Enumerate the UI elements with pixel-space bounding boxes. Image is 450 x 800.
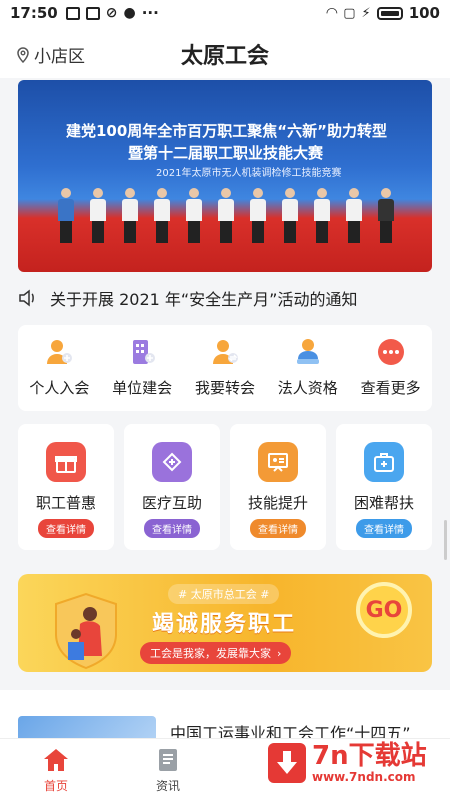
battery-level: 100 — [408, 4, 440, 22]
scrollbar[interactable] — [444, 520, 447, 560]
battery-icon — [376, 6, 403, 20]
service-card-label: 困难帮扶 — [353, 494, 414, 512]
service-card-label: 职工普惠 — [35, 494, 96, 512]
service-cards: 职工普惠 查看详情 医疗互助 查看详情 技能提升 查看详情 困难帮扶 查看详情 — [18, 424, 432, 550]
banner-subheadline: 暨第十二届职工职业技能大赛 — [128, 144, 324, 162]
building-add-icon — [125, 335, 159, 369]
wifi-icon: ◠ — [326, 5, 338, 21]
skill-board-icon — [258, 442, 298, 482]
news-icon — [159, 749, 177, 771]
tab-home-label: 首页 — [43, 779, 68, 793]
service-card-medical[interactable]: 医疗互助 查看详情 — [124, 424, 220, 550]
arrow-right-icon: › — [277, 646, 282, 660]
promo-banner[interactable]: # 太原市总工会 # 竭诚服务职工 工会是我家，发展靠大家 › GO — [18, 574, 432, 672]
more-dots-icon: ··· — [141, 4, 159, 22]
charging-icon: ⚡ — [361, 5, 371, 21]
notification-icons: ⊘ ● ··· — [65, 4, 159, 22]
view-details-button[interactable]: 查看详情 — [38, 519, 94, 538]
tab-news[interactable]: 资讯 — [138, 747, 198, 794]
status-bar: 17:50 ⊘ ● ··· ◠ ▢ ⚡ 100 — [0, 0, 450, 26]
family-illustration-icon — [55, 592, 117, 670]
promo-tag: # 太原市总工会 # — [168, 584, 280, 604]
view-details-button[interactable]: 查看详情 — [144, 519, 200, 538]
view-details-button[interactable]: 查看详情 — [250, 519, 306, 538]
quick-action-unit-union[interactable]: 单位建会 — [103, 335, 181, 398]
promo-subline-text: 工会是我家，发展靠大家 — [150, 647, 271, 660]
service-card-hardship[interactable]: 困难帮扶 查看详情 — [336, 424, 432, 550]
service-card-benefits[interactable]: 职工普惠 查看详情 — [18, 424, 114, 550]
quick-action-label: 单位建会 — [112, 379, 173, 397]
quick-action-transfer[interactable]: 我要转会 — [186, 335, 264, 398]
promo-headline: 竭诚服务职工 — [152, 612, 297, 637]
quick-action-legal-person[interactable]: 法人资格 — [269, 335, 347, 398]
more-icon — [374, 335, 408, 369]
quick-action-label: 查看更多 — [360, 379, 421, 397]
quick-action-join-personal[interactable]: 个人入会 — [20, 335, 98, 398]
quick-actions-panel: 个人入会 单位建会 我要转会 法人资格 查看更多 — [18, 325, 432, 411]
person-add-icon — [42, 335, 76, 369]
chat-icon: ● — [123, 5, 136, 21]
quick-action-label: 个人入会 — [29, 379, 90, 397]
quick-action-label: 我要转会 — [194, 379, 255, 397]
app-notification-icon — [65, 6, 80, 20]
speaker-icon — [19, 289, 34, 307]
banner-photo-people — [58, 188, 394, 244]
view-details-button[interactable]: 查看详情 — [356, 519, 412, 538]
person-transfer-icon — [208, 335, 242, 369]
watermark-url: www.7ndn.com — [312, 770, 416, 784]
download-arrow-icon — [268, 743, 306, 783]
tab-home[interactable]: 首页 — [26, 747, 86, 794]
tab-news-label: 资讯 — [155, 779, 180, 793]
first-aid-icon — [364, 442, 404, 482]
service-card-label: 医疗互助 — [141, 494, 202, 512]
medical-heart-icon — [152, 442, 192, 482]
quick-action-more[interactable]: 查看更多 — [352, 335, 430, 398]
sim-icon: ▢ — [343, 5, 356, 21]
promo-subline[interactable]: 工会是我家，发展靠大家 › — [140, 642, 292, 664]
banner-headline: 建党100周年全市百万职工聚焦“六新”助力转型 — [66, 122, 388, 140]
banner-caption: 2021年太原市无人机装调检修工技能竞赛 — [156, 168, 342, 179]
watermark-name: 7n下载站 — [312, 741, 427, 771]
quick-action-label: 法人资格 — [277, 379, 338, 397]
home-icon — [44, 749, 68, 771]
news-notification-icon — [85, 6, 100, 20]
go-button[interactable]: GO — [356, 582, 412, 638]
status-time: 17:50 — [10, 4, 58, 22]
app-header: 小店区 太原工会 — [0, 26, 450, 78]
block-icon: ⊘ — [105, 5, 118, 21]
hero-banner[interactable]: 建党100周年全市百万职工聚焦“六新”助力转型 暨第十二届职工职业技能大赛 20… — [18, 80, 432, 272]
watermark-logo: 7n下载站 www.7ndn.com — [268, 734, 444, 792]
service-card-skills[interactable]: 技能提升 查看详情 — [230, 424, 326, 550]
page-title: 太原工会 — [180, 44, 269, 69]
service-card-label: 技能提升 — [247, 494, 308, 512]
gift-icon — [46, 442, 86, 482]
notice-bar[interactable]: 关于开展 2021 年“安全生产月”活动的通知 — [18, 284, 432, 312]
notice-text: 关于开展 2021 年“安全生产月”活动的通知 — [50, 290, 358, 309]
legal-person-icon — [291, 335, 325, 369]
